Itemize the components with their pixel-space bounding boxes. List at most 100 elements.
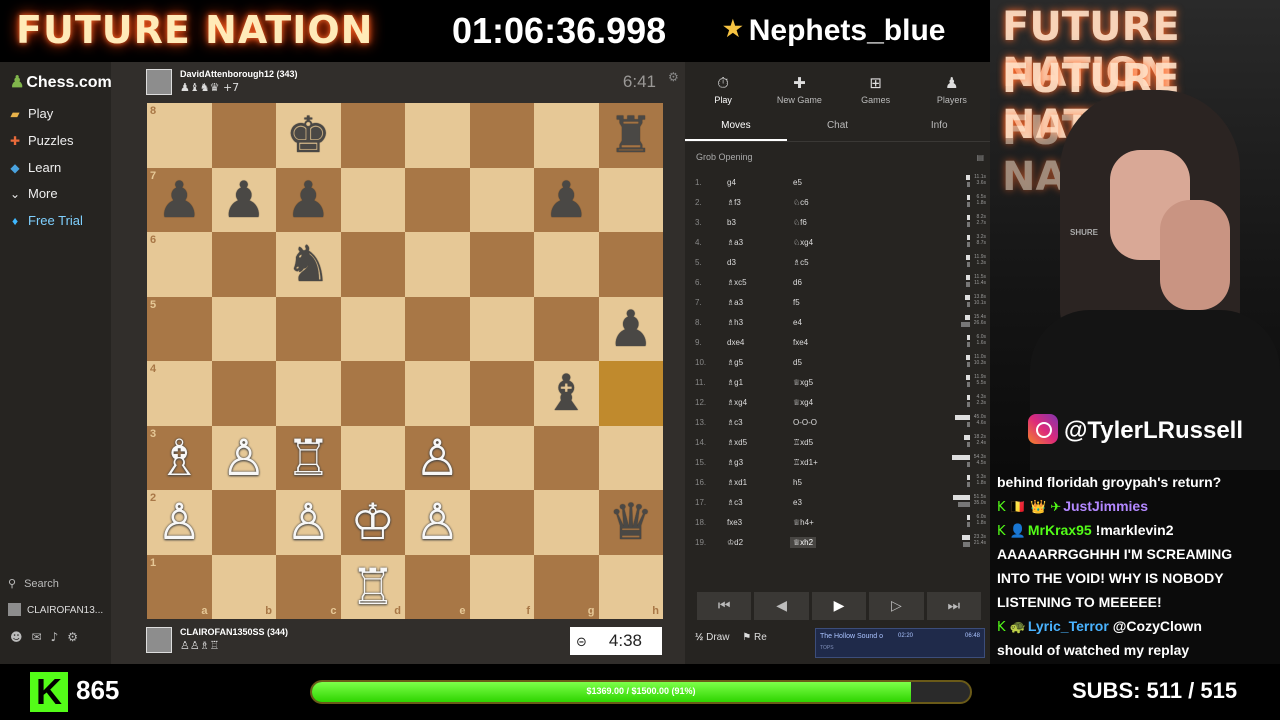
square-a6[interactable]: 6 bbox=[147, 232, 212, 297]
previous-move-button[interactable]: ◀ bbox=[754, 592, 809, 620]
white-move[interactable]: ♗a3 bbox=[727, 238, 743, 247]
black-move[interactable]: d6 bbox=[793, 278, 802, 287]
square-e8[interactable] bbox=[405, 103, 470, 168]
first-move-button[interactable]: ⏮ bbox=[697, 592, 752, 620]
top-player-name[interactable]: DavidAttenborough12 (343) bbox=[180, 69, 298, 79]
gear-icon[interactable]: ⚙ bbox=[668, 70, 679, 84]
square-f3[interactable] bbox=[469, 425, 534, 490]
tab-play[interactable]: ⏱ Play bbox=[685, 62, 761, 110]
square-f1[interactable]: f bbox=[469, 554, 534, 619]
sidebar-item-play[interactable]: ▰ Play bbox=[8, 106, 53, 121]
white-pawn-piece[interactable]: ♙ bbox=[157, 497, 202, 547]
square-c2[interactable]: ♙ bbox=[276, 490, 341, 555]
chat-username[interactable]: MrKrax95 bbox=[1028, 522, 1092, 538]
subtab-chat[interactable]: Chat bbox=[787, 114, 889, 141]
white-move[interactable]: d3 bbox=[727, 258, 736, 267]
square-e6[interactable] bbox=[405, 232, 470, 297]
sidebar-user[interactable]: CLAIROFAN13... bbox=[8, 603, 103, 616]
black-rook-piece[interactable]: ♜ bbox=[608, 110, 653, 160]
square-f6[interactable] bbox=[469, 232, 534, 297]
tab-new-game[interactable]: ✚ New Game bbox=[761, 62, 837, 110]
square-b7[interactable]: ♟ bbox=[211, 167, 276, 232]
black-move[interactable]: ♘xg4 bbox=[793, 238, 813, 247]
bottom-player-avatar[interactable] bbox=[146, 627, 172, 653]
square-h5[interactable]: ♟ bbox=[598, 296, 663, 361]
white-move[interactable]: fxe3 bbox=[727, 518, 742, 527]
square-c4[interactable] bbox=[276, 361, 341, 426]
square-c7[interactable]: ♟ bbox=[276, 167, 341, 232]
square-h2[interactable]: ♛ bbox=[598, 490, 663, 555]
black-move[interactable]: ♘f6 bbox=[793, 218, 807, 227]
black-move[interactable]: ♘c6 bbox=[793, 198, 809, 207]
square-f8[interactable] bbox=[469, 103, 534, 168]
square-b6[interactable] bbox=[211, 232, 276, 297]
square-g8[interactable] bbox=[534, 103, 599, 168]
white-move[interactable]: ♗g5 bbox=[727, 358, 743, 367]
black-pawn-piece[interactable]: ♟ bbox=[544, 175, 589, 225]
black-queen-piece[interactable]: ♛ bbox=[608, 497, 653, 547]
square-a1[interactable]: 1a bbox=[147, 554, 212, 619]
black-move[interactable]: ♕xh2 bbox=[790, 537, 817, 548]
white-move[interactable]: ♗xd1 bbox=[727, 478, 747, 487]
black-move[interactable]: fxe4 bbox=[793, 338, 808, 347]
white-move[interactable]: ♗g1 bbox=[727, 378, 743, 387]
black-pawn-piece[interactable]: ♟ bbox=[157, 175, 202, 225]
square-g6[interactable] bbox=[534, 232, 599, 297]
last-move-button[interactable]: ⏭ bbox=[926, 592, 982, 620]
black-pawn-piece[interactable]: ♟ bbox=[221, 175, 266, 225]
white-pawn-piece[interactable]: ♙ bbox=[415, 433, 460, 483]
square-d3[interactable] bbox=[340, 425, 405, 490]
white-move[interactable]: ♗g3 bbox=[727, 458, 743, 467]
black-pawn-piece[interactable]: ♟ bbox=[608, 304, 653, 354]
draw-button[interactable]: ½ Draw bbox=[695, 632, 729, 643]
white-move[interactable]: ♗a3 bbox=[727, 298, 743, 307]
square-a4[interactable]: 4 bbox=[147, 361, 212, 426]
chat-username[interactable]: JustJimmies bbox=[1063, 498, 1148, 514]
square-g7[interactable]: ♟ bbox=[534, 167, 599, 232]
square-e7[interactable] bbox=[405, 167, 470, 232]
black-move[interactable]: ♕xg4 bbox=[793, 398, 813, 407]
black-bishop-piece[interactable]: ♝ bbox=[544, 368, 589, 418]
square-d2[interactable]: ♔ bbox=[340, 490, 405, 555]
square-h1[interactable]: h bbox=[598, 554, 663, 619]
square-c1[interactable]: c bbox=[276, 554, 341, 619]
chesscom-logo[interactable]: ♟ Chess.com bbox=[10, 72, 112, 92]
black-move[interactable]: f5 bbox=[793, 298, 800, 307]
white-bishop-piece[interactable]: ♗ bbox=[157, 433, 202, 483]
square-g3[interactable] bbox=[534, 425, 599, 490]
square-c6[interactable]: ♞ bbox=[276, 232, 341, 297]
white-move[interactable]: ♗f3 bbox=[727, 198, 741, 207]
white-move[interactable]: ♗xd5 bbox=[727, 438, 747, 447]
black-move[interactable]: e5 bbox=[793, 178, 802, 187]
square-e4[interactable] bbox=[405, 361, 470, 426]
white-king-piece[interactable]: ♔ bbox=[350, 497, 395, 547]
square-a5[interactable]: 5 bbox=[147, 296, 212, 361]
black-move[interactable]: ♖xd5 bbox=[793, 438, 813, 447]
white-move[interactable]: ♗c3 bbox=[727, 498, 743, 507]
square-e2[interactable]: ♙ bbox=[405, 490, 470, 555]
square-g2[interactable] bbox=[534, 490, 599, 555]
mail-icon[interactable]: ✉ bbox=[32, 630, 51, 644]
notifications-icon[interactable]: ☻ bbox=[10, 630, 32, 644]
square-h6[interactable] bbox=[598, 232, 663, 297]
play-button[interactable]: ▶ bbox=[811, 592, 867, 620]
resign-button[interactable]: ⚑ Re bbox=[742, 632, 767, 643]
square-a8[interactable]: 8 bbox=[147, 103, 212, 168]
tab-players[interactable]: ♟ Players bbox=[914, 62, 990, 110]
subtab-moves[interactable]: Moves bbox=[685, 114, 787, 141]
white-pawn-piece[interactable]: ♙ bbox=[415, 497, 460, 547]
square-e1[interactable]: e bbox=[405, 554, 470, 619]
black-move[interactable]: ♕xg5 bbox=[793, 378, 813, 387]
black-move[interactable]: ♖xd1+ bbox=[793, 458, 818, 467]
square-c8[interactable]: ♚ bbox=[276, 103, 341, 168]
square-b2[interactable] bbox=[211, 490, 276, 555]
square-f7[interactable] bbox=[469, 167, 534, 232]
square-c3[interactable]: ♖ bbox=[276, 425, 341, 490]
square-g4[interactable]: ♝ bbox=[534, 361, 599, 426]
white-rook-piece[interactable]: ♖ bbox=[286, 433, 331, 483]
square-g1[interactable]: g bbox=[534, 554, 599, 619]
settings-icon[interactable]: ⚙ bbox=[67, 630, 87, 644]
square-f4[interactable] bbox=[469, 361, 534, 426]
sidebar-item-free-trial[interactable]: ♦ Free Trial bbox=[8, 213, 83, 228]
white-move[interactable]: ♗h3 bbox=[727, 318, 743, 327]
